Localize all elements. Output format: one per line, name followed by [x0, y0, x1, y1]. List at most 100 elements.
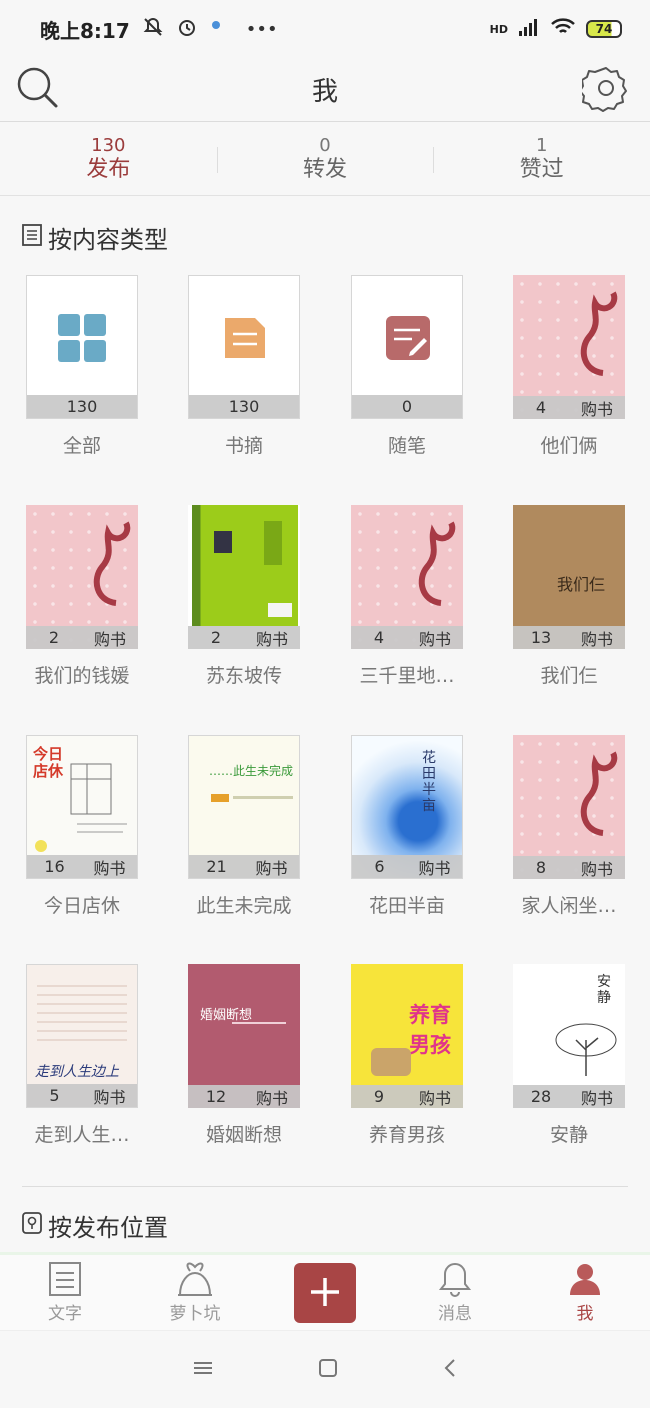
radish-icon — [178, 1262, 212, 1296]
nav-radish[interactable]: 萝卜坑 — [130, 1255, 260, 1330]
nav-me[interactable]: 我 — [520, 1255, 650, 1330]
home-icon[interactable] — [317, 1357, 339, 1383]
grid-icon — [58, 314, 106, 362]
item-count: 28 — [530, 1087, 552, 1106]
book-cover: 走到人生边上 5 购书 — [26, 964, 138, 1108]
bell-icon — [438, 1262, 472, 1297]
buy-link[interactable]: 购书 — [569, 626, 625, 650]
system-nav-bar — [0, 1330, 650, 1408]
item-count: 0 — [401, 397, 413, 416]
bottom-nav: 文字 萝卜坑 消息 我 — [0, 1252, 650, 1330]
item-name: 苏东坡传 — [205, 665, 282, 687]
item-count: 13 — [530, 628, 552, 647]
buy-link[interactable]: 购书 — [569, 396, 625, 420]
plus-icon — [311, 1277, 339, 1306]
item-name: 婚姻断想 — [205, 1124, 282, 1146]
item-name: 此生未完成 — [196, 895, 292, 917]
item-name: 走到人生… — [34, 1124, 130, 1146]
buy-link[interactable]: 购书 — [82, 855, 137, 879]
cover-title: ……此生未完成 — [209, 764, 294, 778]
stat-label: 发布 — [86, 157, 131, 182]
buy-link[interactable]: 购书 — [407, 855, 462, 879]
stat-forwarded[interactable]: 0 转发 — [216, 123, 434, 195]
book-item[interactable]: 今日店休 16 购书 今日店休 — [26, 735, 138, 918]
cover-title: 养育男孩 — [409, 1003, 451, 1057]
stat-label: 转发 — [303, 157, 348, 182]
item-name: 我们的钱媛 — [34, 665, 130, 687]
buy-link[interactable]: 购书 — [244, 855, 299, 879]
nav-text[interactable]: 文字 — [0, 1255, 130, 1330]
item-name: 家人闲坐… — [521, 895, 617, 917]
gear-icon[interactable] — [579, 64, 630, 112]
item-name: 我们仨 — [540, 665, 598, 687]
buy-link[interactable]: 购书 — [244, 1085, 300, 1109]
stat-published[interactable]: 130 发布 — [0, 123, 217, 195]
book-cover: 今日店休 16 购书 — [26, 735, 138, 879]
alarm-icon — [176, 16, 198, 43]
wifi-icon — [550, 17, 576, 42]
item-count: 8 — [535, 858, 547, 877]
item-count: 2 — [210, 628, 222, 647]
add-button[interactable] — [294, 1262, 356, 1323]
placeholder-mark-icon — [580, 291, 618, 376]
book-item[interactable]: ……此生未完成 21 购书 此生未完成 — [188, 735, 300, 918]
menu-icon[interactable] — [192, 1360, 214, 1380]
book-item[interactable]: 4 购书 他们俩 — [513, 275, 625, 458]
book-cover: 我们仨 13 购书 — [513, 505, 625, 649]
book-cover: 婚姻断想 12 购书 — [188, 964, 300, 1108]
cover-title: 今日店休 — [33, 745, 64, 780]
buy-link[interactable]: 购书 — [407, 1085, 463, 1109]
book-cover: 4 购书 — [513, 275, 625, 419]
item-name: 安静 — [549, 1124, 588, 1146]
status-bar: 晚上8:17 ••• HD 74 — [0, 0, 650, 58]
status-time: 晚上8:17 — [40, 18, 130, 43]
stat-liked[interactable]: 1 赞过 — [433, 123, 650, 195]
book-cover: 2 购书 — [188, 505, 300, 649]
buy-link[interactable]: 购书 — [82, 1084, 137, 1108]
cover-title: 走到人生边上 — [35, 1064, 119, 1080]
mute-icon — [142, 16, 164, 43]
nav-label: 萝卜坑 — [169, 1304, 221, 1324]
book-item[interactable]: 2 购书 我们的钱媛 — [26, 505, 138, 688]
book-item[interactable]: 养育男孩 9 购书 养育男孩 — [351, 964, 463, 1147]
category-excerpt[interactable]: 130 书摘 — [188, 275, 300, 458]
book-item[interactable]: 花田半亩 6 购书 花田半亩 — [351, 735, 463, 918]
book-item[interactable]: 2 购书 苏东坡传 — [188, 505, 300, 688]
item-count: 4 — [535, 398, 547, 417]
buy-link[interactable]: 购书 — [569, 1085, 625, 1109]
section-title: 按发布位置 — [48, 1214, 168, 1242]
placeholder-mark-icon — [93, 521, 131, 606]
book-item[interactable]: 我们仨 13 购书 我们仨 — [513, 505, 625, 688]
top-bar: 我 — [0, 58, 650, 122]
green-book-image — [192, 505, 298, 626]
book-item[interactable]: 婚姻断想 12 购书 婚姻断想 — [188, 964, 300, 1147]
category-essay[interactable]: 0 随笔 — [351, 275, 463, 458]
section-by-location-header: 按发布位置 — [22, 1208, 168, 1243]
category-all[interactable]: 130 全部 — [26, 275, 138, 458]
buy-link[interactable]: 购书 — [244, 626, 300, 650]
section-divider — [22, 1186, 628, 1187]
item-count: 4 — [373, 628, 385, 647]
buy-link[interactable]: 购书 — [407, 626, 463, 650]
buy-link[interactable]: 购书 — [569, 856, 625, 880]
item-name: 书摘 — [224, 435, 263, 457]
location-pin-icon — [22, 1211, 48, 1240]
category-cover: 130 — [26, 275, 138, 419]
book-cover: 4 购书 — [351, 505, 463, 649]
book-item[interactable]: 安静 28 购书 安静 — [513, 964, 625, 1147]
network-label: HD — [489, 22, 508, 36]
book-item[interactable]: 走到人生边上 5 购书 走到人生… — [26, 964, 138, 1147]
section-by-type-header: 按内容类型 — [22, 220, 168, 255]
book-item[interactable]: 8 购书 家人闲坐… — [513, 735, 625, 918]
item-count: 6 — [374, 857, 385, 876]
document-icon — [49, 1262, 81, 1296]
search-icon[interactable] — [14, 64, 62, 112]
buy-link[interactable]: 购书 — [82, 626, 138, 650]
battery-icon: 74 — [586, 20, 622, 38]
cover-title: 安静 — [597, 974, 611, 1006]
nav-add[interactable] — [260, 1255, 390, 1330]
back-icon[interactable] — [442, 1357, 458, 1383]
book-item[interactable]: 4 购书 三千里地… — [351, 505, 463, 688]
item-count: 21 — [206, 857, 227, 876]
nav-messages[interactable]: 消息 — [390, 1255, 520, 1330]
